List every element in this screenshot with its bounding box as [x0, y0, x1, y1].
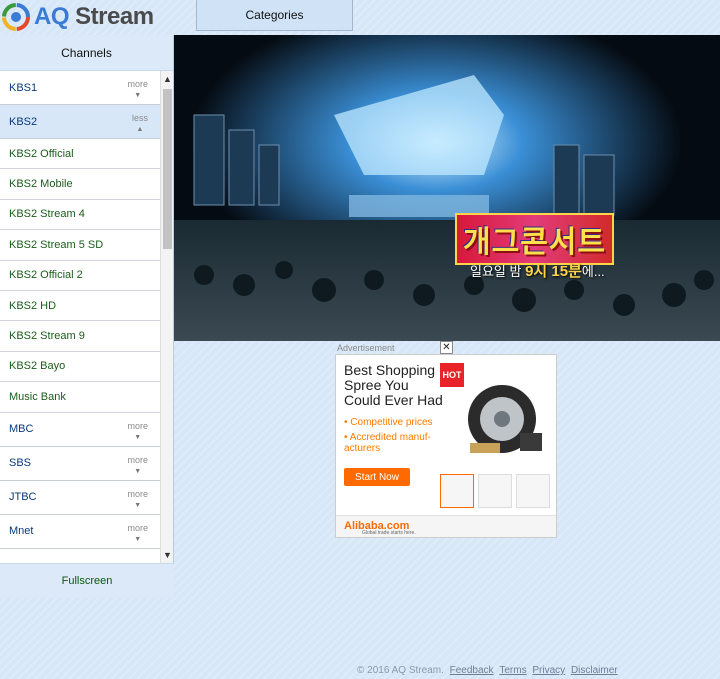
channel-mbc[interactable]: MBC more ▼: [0, 412, 160, 447]
video-show-title: 개그콘서트: [455, 213, 614, 265]
more-toggle[interactable]: more ▼: [127, 523, 148, 544]
chevron-down-icon: ▼: [134, 501, 142, 509]
ad-label: Advertisement: [337, 343, 395, 353]
channels-title: Channels: [0, 35, 173, 71]
thumb-phone[interactable]: [478, 474, 512, 508]
channel-name: KBS1: [9, 81, 38, 94]
video-frame: [174, 35, 720, 341]
more-toggle[interactable]: more ▼: [127, 421, 148, 442]
channel-sbs[interactable]: SBS more ▼: [0, 446, 160, 481]
terms-link[interactable]: Terms: [499, 665, 526, 676]
stream-item[interactable]: KBS2 Stream 4: [0, 199, 160, 231]
channel-name: KBS2: [9, 115, 38, 128]
stream-item[interactable]: KBS2 Stream 5 SD: [0, 230, 160, 261]
ad-tagline: Global trade starts here.: [362, 530, 416, 536]
logo-text: AQ Stream: [34, 3, 154, 30]
stream-item[interactable]: KBS2 Official: [0, 139, 160, 170]
more-toggle[interactable]: more ▼: [127, 80, 148, 100]
site-logo[interactable]: AQ Stream: [2, 2, 154, 32]
stream-item[interactable]: KBS2 HD: [0, 290, 160, 322]
channel-list-scrollbar[interactable]: ▲ ▼: [160, 71, 173, 563]
stream-item[interactable]: KBS2 Official 2: [0, 260, 160, 291]
logo-icon: [2, 3, 30, 31]
channel-list: KBS1 more ▼ KBS2 less ▲ KBS2 Official KBS2…: [0, 71, 160, 563]
copyright: © 2016 AQ Stream.: [357, 665, 444, 676]
ad-headline: Best Shopping Spree You Could Ever Had: [344, 362, 443, 408]
stream-item[interactable]: Music Bank: [0, 382, 160, 413]
channel-jtbc[interactable]: JTBC more ▼: [0, 480, 160, 515]
start-now-button[interactable]: Start Now: [344, 468, 410, 486]
ad-bullet: • Competitive prices: [344, 417, 433, 428]
advertisement[interactable]: Best Shopping Spree You Could Ever Had •…: [335, 354, 557, 538]
stream-item[interactable]: KBS2 Stream 9: [0, 321, 160, 352]
privacy-link[interactable]: Privacy: [532, 665, 565, 676]
chevron-up-icon: ▲: [136, 126, 144, 133]
hot-badge: HOT: [440, 363, 464, 387]
less-toggle[interactable]: less ▲: [132, 114, 148, 134]
scroll-down-icon[interactable]: ▼: [161, 547, 174, 563]
channel-name: Mnet: [9, 525, 34, 538]
more-toggle[interactable]: more ▼: [127, 489, 148, 510]
video-player[interactable]: 개그콘서트 일요일 밤 9시 15분에...: [174, 35, 720, 341]
ad-bullets: • Competitive prices • Accredited manuf-…: [344, 417, 444, 458]
channel-name: SBS: [9, 457, 32, 470]
chevron-down-icon: ▼: [134, 467, 142, 475]
close-icon[interactable]: ✕: [440, 341, 453, 354]
ad-bullet: • Accredited manuf- acturers: [344, 432, 431, 454]
thumb-bag[interactable]: [516, 474, 550, 508]
channel-kbs2[interactable]: KBS2 less ▲: [0, 105, 160, 139]
chevron-down-icon: ▼: [134, 433, 142, 441]
channel-mnet[interactable]: Mnet more ▼: [0, 514, 160, 549]
ad-thumbnails: [440, 474, 552, 508]
channels-sidebar: Channels KBS1 more ▼ KBS2 less ▲ KBS2 Offi…: [0, 35, 174, 598]
stream-item[interactable]: KBS2 Bayo: [0, 351, 160, 383]
video-schedule-caption: 일요일 밤 9시 15분에...: [470, 263, 605, 280]
thumb-tire[interactable]: [440, 474, 474, 508]
stream-item[interactable]: KBS2 Mobile: [0, 169, 160, 200]
fullscreen-button[interactable]: Fullscreen: [0, 563, 174, 598]
more-toggle[interactable]: more ▼: [127, 455, 148, 476]
page-footer: © 2016 AQ Stream. Feedback Terms Privacy…: [357, 665, 618, 676]
chevron-down-icon: ▼: [134, 535, 142, 543]
scroll-thumb[interactable]: [163, 89, 172, 249]
channel-kbs1[interactable]: KBS1 more ▼: [0, 71, 160, 105]
scroll-up-icon[interactable]: ▲: [161, 71, 174, 87]
feedback-link[interactable]: Feedback: [450, 665, 494, 676]
channel-name: JTBC: [9, 491, 37, 504]
chevron-down-icon: ▼: [134, 92, 142, 99]
categories-button[interactable]: Categories: [196, 0, 353, 31]
channel-name: MBC: [9, 423, 34, 436]
ad-footer: Alibaba.com Global trade starts here.: [336, 515, 556, 537]
disclaimer-link[interactable]: Disclaimer: [571, 665, 618, 676]
